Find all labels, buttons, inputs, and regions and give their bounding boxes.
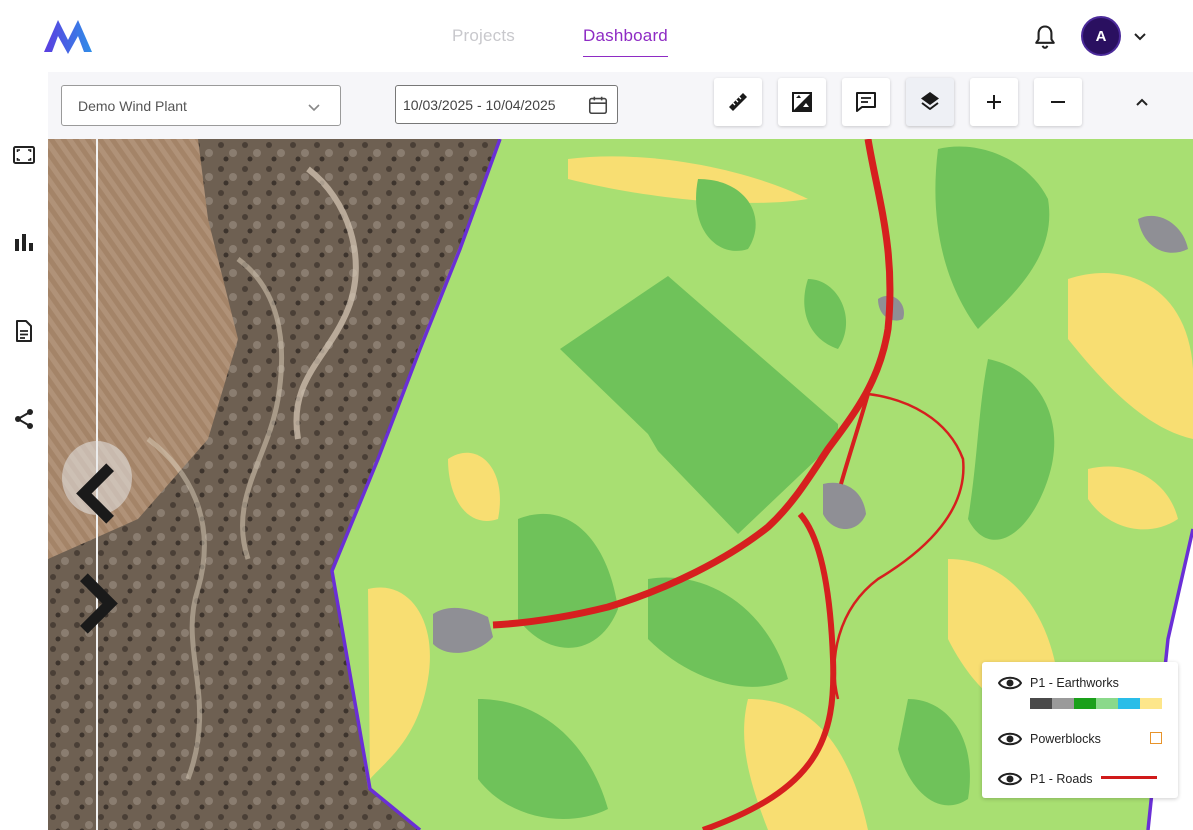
chevron-left-icon[interactable] <box>62 441 132 546</box>
compare-image-icon <box>792 92 812 112</box>
bar-chart-icon[interactable] <box>12 231 36 255</box>
eye-icon[interactable] <box>998 768 1022 790</box>
swatch-1 <box>1030 698 1052 709</box>
ruler-icon <box>729 93 747 111</box>
legend-label: P1 - Roads <box>1030 772 1093 786</box>
map-toolbar: Demo Wind Plant 10/03/2025 - 10/04/2025 <box>48 72 1193 139</box>
document-icon[interactable] <box>12 319 36 343</box>
tab-projects[interactable]: Projects <box>452 26 515 46</box>
compare-slider-handle[interactable] <box>62 441 132 634</box>
eye-icon[interactable] <box>998 672 1022 694</box>
area-frame-icon[interactable] <box>12 143 36 167</box>
left-rail <box>0 72 48 830</box>
measure-button[interactable] <box>714 78 762 126</box>
zoom-out-icon <box>1051 101 1065 103</box>
swatch-4 <box>1096 698 1118 709</box>
zoom-in-icon <box>987 95 1001 109</box>
swatch-5 <box>1118 698 1140 709</box>
brand-logo[interactable] <box>42 18 94 54</box>
date-range-field[interactable]: 10/03/2025 - 10/04/2025 <box>395 85 618 124</box>
chevron-up-icon[interactable] <box>1132 93 1152 113</box>
calendar-icon[interactable] <box>587 94 609 116</box>
swatch-3 <box>1074 698 1096 709</box>
comment-icon <box>856 92 876 112</box>
top-bar: Projects Dashboard A <box>0 0 1193 72</box>
earthworks-swatches <box>1030 698 1162 709</box>
user-avatar[interactable]: A <box>1081 16 1121 56</box>
roads-swatch <box>1101 776 1157 779</box>
legend-label: Powerblocks <box>1030 732 1101 746</box>
chevron-down-icon[interactable] <box>1132 28 1148 44</box>
notification-bell-icon[interactable] <box>1031 23 1059 51</box>
layers-button[interactable] <box>906 78 954 126</box>
comment-button[interactable] <box>842 78 890 126</box>
plant-select[interactable]: Demo Wind Plant <box>61 85 341 126</box>
chevron-right-icon[interactable] <box>62 551 132 656</box>
chevron-down-icon <box>308 104 320 112</box>
legend-label: P1 - Earthworks <box>1030 676 1119 690</box>
plant-select-value: Demo Wind Plant <box>78 98 187 114</box>
share-icon[interactable] <box>12 407 36 431</box>
tab-dashboard[interactable]: Dashboard <box>583 26 668 57</box>
layers-icon <box>921 92 939 110</box>
zoom-out-button[interactable] <box>1034 78 1082 126</box>
powerblocks-swatch <box>1150 732 1162 744</box>
swatch-2 <box>1052 698 1074 709</box>
eye-icon[interactable] <box>998 728 1022 750</box>
swatch-6 <box>1140 698 1162 709</box>
zoom-in-button[interactable] <box>970 78 1018 126</box>
date-range-value: 10/03/2025 - 10/04/2025 <box>403 97 556 113</box>
map-legend: P1 - Earthworks Powerblocks P1 - Roads <box>982 662 1178 798</box>
compare-button[interactable] <box>778 78 826 126</box>
